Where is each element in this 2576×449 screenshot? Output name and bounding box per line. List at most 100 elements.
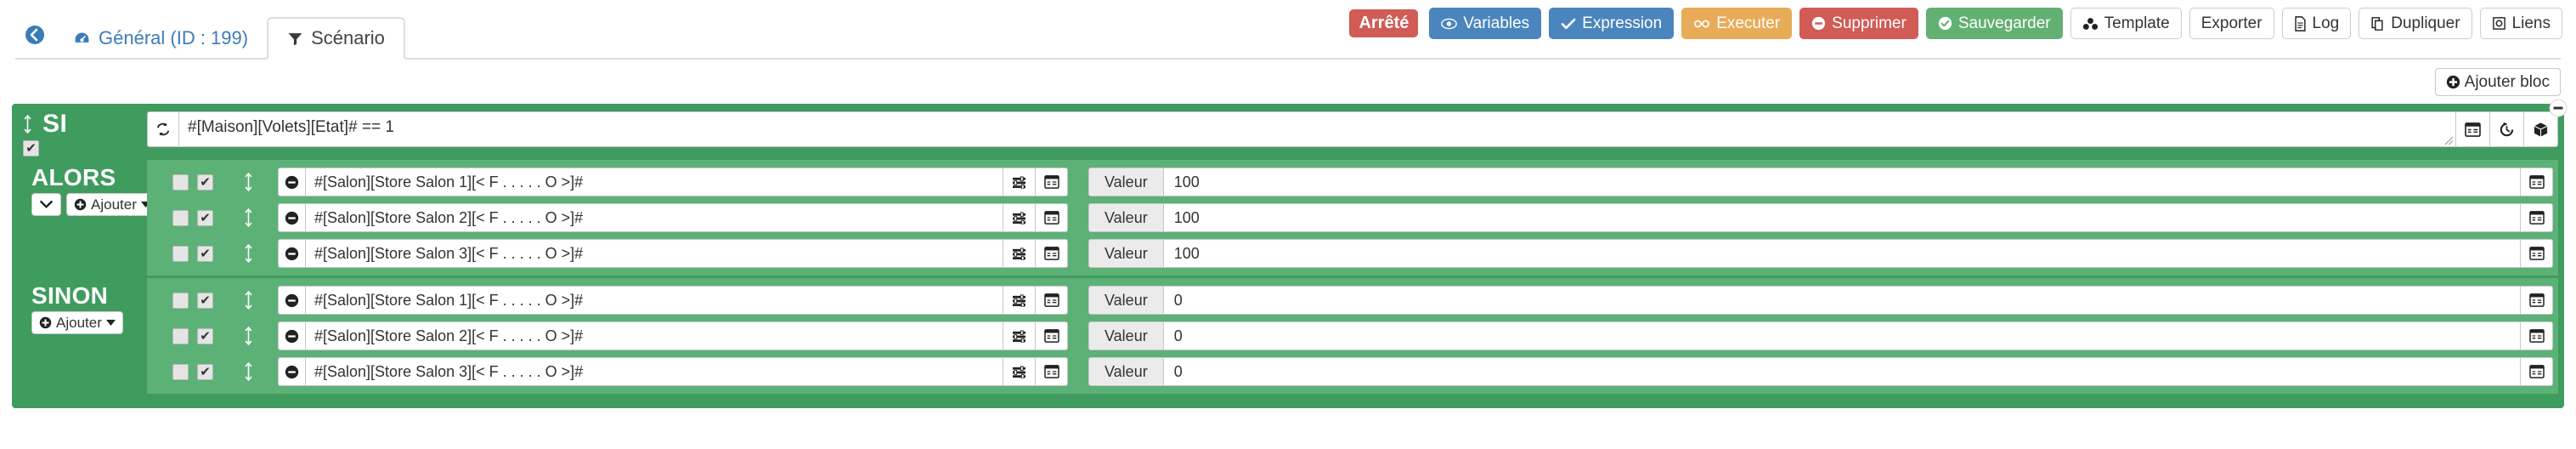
row-remove-button[interactable] <box>278 203 306 232</box>
command-window-button[interactable] <box>1036 286 1068 315</box>
row-enabled-checkbox[interactable]: ✔ <box>197 327 213 344</box>
row-drag-handle[interactable] <box>218 362 278 381</box>
si-drag-handle[interactable] <box>23 115 32 134</box>
row-select-checkbox[interactable] <box>172 292 189 309</box>
command-window-button[interactable] <box>1036 239 1068 268</box>
branch-sinon-add-button[interactable]: Ajouter <box>31 311 123 335</box>
branch-sinon-title: SINON <box>31 282 109 309</box>
command-window-button[interactable] <box>1036 321 1068 350</box>
row-remove-button[interactable] <box>278 286 306 315</box>
branch-alors-collapse-button[interactable] <box>31 193 61 217</box>
remove-block-button[interactable] <box>2549 99 2568 117</box>
row-select-checkbox[interactable] <box>172 173 189 190</box>
value-window-button[interactable] <box>2521 168 2553 196</box>
back-button[interactable] <box>15 15 54 54</box>
command-input[interactable]: #[Salon][Store Salon 2][< F . . . . . O … <box>306 203 1003 232</box>
command-value: #[Salon][Store Salon 3][< F . . . . . O … <box>314 244 584 262</box>
value-input[interactable]: 100 <box>1163 168 2521 196</box>
value-input[interactable]: 0 <box>1163 286 2521 315</box>
cogs-icon <box>1693 18 1710 30</box>
row-enabled-checkbox[interactable]: ✔ <box>197 173 213 190</box>
row-drag-handle[interactable] <box>218 173 278 191</box>
command-input[interactable]: #[Salon][Store Salon 3][< F . . . . . O … <box>306 239 1003 268</box>
scenario-block: SI ✔ #[Maison][Volets][Etat]# == 1 ALORS… <box>12 99 2568 408</box>
si-condition-value: #[Maison][Volets][Etat]# == 1 <box>188 118 394 136</box>
row-select-checkbox[interactable] <box>172 363 189 380</box>
si-history-button[interactable] <box>2490 111 2524 147</box>
expression-button[interactable]: Expression <box>1549 8 1675 39</box>
row-drag-handle[interactable] <box>218 244 278 263</box>
window-icon <box>2528 211 2545 224</box>
template-button[interactable]: Template <box>2070 8 2182 39</box>
command-value: #[Salon][Store Salon 3][< F . . . . . O … <box>314 362 584 380</box>
command-sliders-button[interactable] <box>1003 321 1036 350</box>
export-button[interactable]: Exporter <box>2189 8 2274 39</box>
variables-button[interactable]: Variables <box>1429 8 1542 39</box>
value-group: Valeur 100 <box>1088 168 2553 196</box>
command-sliders-button[interactable] <box>1003 203 1036 232</box>
row-select-checkbox[interactable] <box>172 327 189 344</box>
tab-general[interactable]: Général (ID : 199) <box>54 17 267 60</box>
action-row: ✔ #[Salon][Store Salon 1][< F . . . . . … <box>147 164 2558 200</box>
window-icon <box>1043 365 1059 378</box>
si-enabled-checkbox[interactable]: ✔ <box>23 140 39 156</box>
value-input[interactable]: 0 <box>1163 321 2521 350</box>
value-window-button[interactable] <box>2521 239 2553 268</box>
branch-sinon-body: ✔ #[Salon][Store Salon 1][< F . . . . . … <box>147 278 2558 394</box>
row-enabled-checkbox[interactable]: ✔ <box>197 292 213 309</box>
value-window-button[interactable] <box>2521 286 2553 315</box>
value-label: Valeur <box>1088 203 1164 232</box>
duplicate-button[interactable]: Dupliquer <box>2359 8 2472 39</box>
command-input[interactable]: #[Salon][Store Salon 3][< F . . . . . O … <box>306 357 1003 386</box>
row-drag-handle[interactable] <box>218 327 278 345</box>
value-input[interactable]: 100 <box>1163 239 2521 268</box>
command-sliders-button[interactable] <box>1003 239 1036 268</box>
command-sliders-button[interactable] <box>1003 286 1036 315</box>
command-input[interactable]: #[Salon][Store Salon 2][< F . . . . . O … <box>306 321 1003 350</box>
command-input[interactable]: #[Salon][Store Salon 1][< F . . . . . O … <box>306 286 1003 315</box>
value-text: 100 <box>1173 244 1200 262</box>
action-row: ✔ #[Salon][Store Salon 1][< F . . . . . … <box>147 282 2558 318</box>
command-window-button[interactable] <box>1036 168 1068 196</box>
value-window-button[interactable] <box>2521 203 2553 232</box>
value-window-button[interactable] <box>2521 321 2553 350</box>
arrow-circle-left-icon <box>25 25 45 45</box>
delete-button[interactable]: Supprimer <box>1799 8 1918 39</box>
row-select-checkbox[interactable] <box>172 209 189 226</box>
save-button[interactable]: Sauvegarder <box>1925 8 2063 39</box>
sliders-icon <box>1012 175 1026 189</box>
si-refresh-button[interactable] <box>147 111 179 147</box>
branch-alors-add-button[interactable]: Ajouter <box>66 193 158 217</box>
row-remove-button[interactable] <box>278 321 306 350</box>
si-window-button[interactable] <box>2456 111 2490 147</box>
eye-icon <box>1441 18 1458 30</box>
refresh-icon <box>155 122 171 137</box>
value-window-button[interactable] <box>2521 357 2553 386</box>
add-block-button[interactable]: Ajouter bloc <box>2434 67 2561 96</box>
value-input[interactable]: 100 <box>1163 203 2521 232</box>
log-button[interactable]: Log <box>2281 8 2352 39</box>
tab-scenario[interactable]: Scénario <box>267 17 405 60</box>
si-condition-input[interactable]: #[Maison][Volets][Etat]# == 1 <box>179 111 2456 147</box>
links-button[interactable]: Liens <box>2479 8 2562 39</box>
row-drag-handle[interactable] <box>218 208 278 227</box>
row-enabled-checkbox[interactable]: ✔ <box>197 209 213 226</box>
row-remove-button[interactable] <box>278 168 306 196</box>
value-group: Valeur 100 <box>1088 203 2553 232</box>
row-select-checkbox[interactable] <box>172 245 189 262</box>
cubes-icon <box>2082 17 2099 31</box>
row-remove-button[interactable] <box>278 239 306 268</box>
resize-grip-icon[interactable] <box>2442 134 2454 145</box>
si-row: SI ✔ #[Maison][Volets][Etat]# == 1 <box>14 106 2562 160</box>
command-sliders-button[interactable] <box>1003 357 1036 386</box>
row-drag-handle[interactable] <box>218 291 278 310</box>
command-window-button[interactable] <box>1036 203 1068 232</box>
row-remove-button[interactable] <box>278 357 306 386</box>
row-enabled-checkbox[interactable]: ✔ <box>197 363 213 380</box>
command-input[interactable]: #[Salon][Store Salon 1][< F . . . . . O … <box>306 168 1003 196</box>
value-input[interactable]: 0 <box>1163 357 2521 386</box>
command-window-button[interactable] <box>1036 357 1068 386</box>
row-enabled-checkbox[interactable]: ✔ <box>197 245 213 262</box>
command-sliders-button[interactable] <box>1003 168 1036 196</box>
execute-button[interactable]: Executer <box>1681 8 1793 39</box>
